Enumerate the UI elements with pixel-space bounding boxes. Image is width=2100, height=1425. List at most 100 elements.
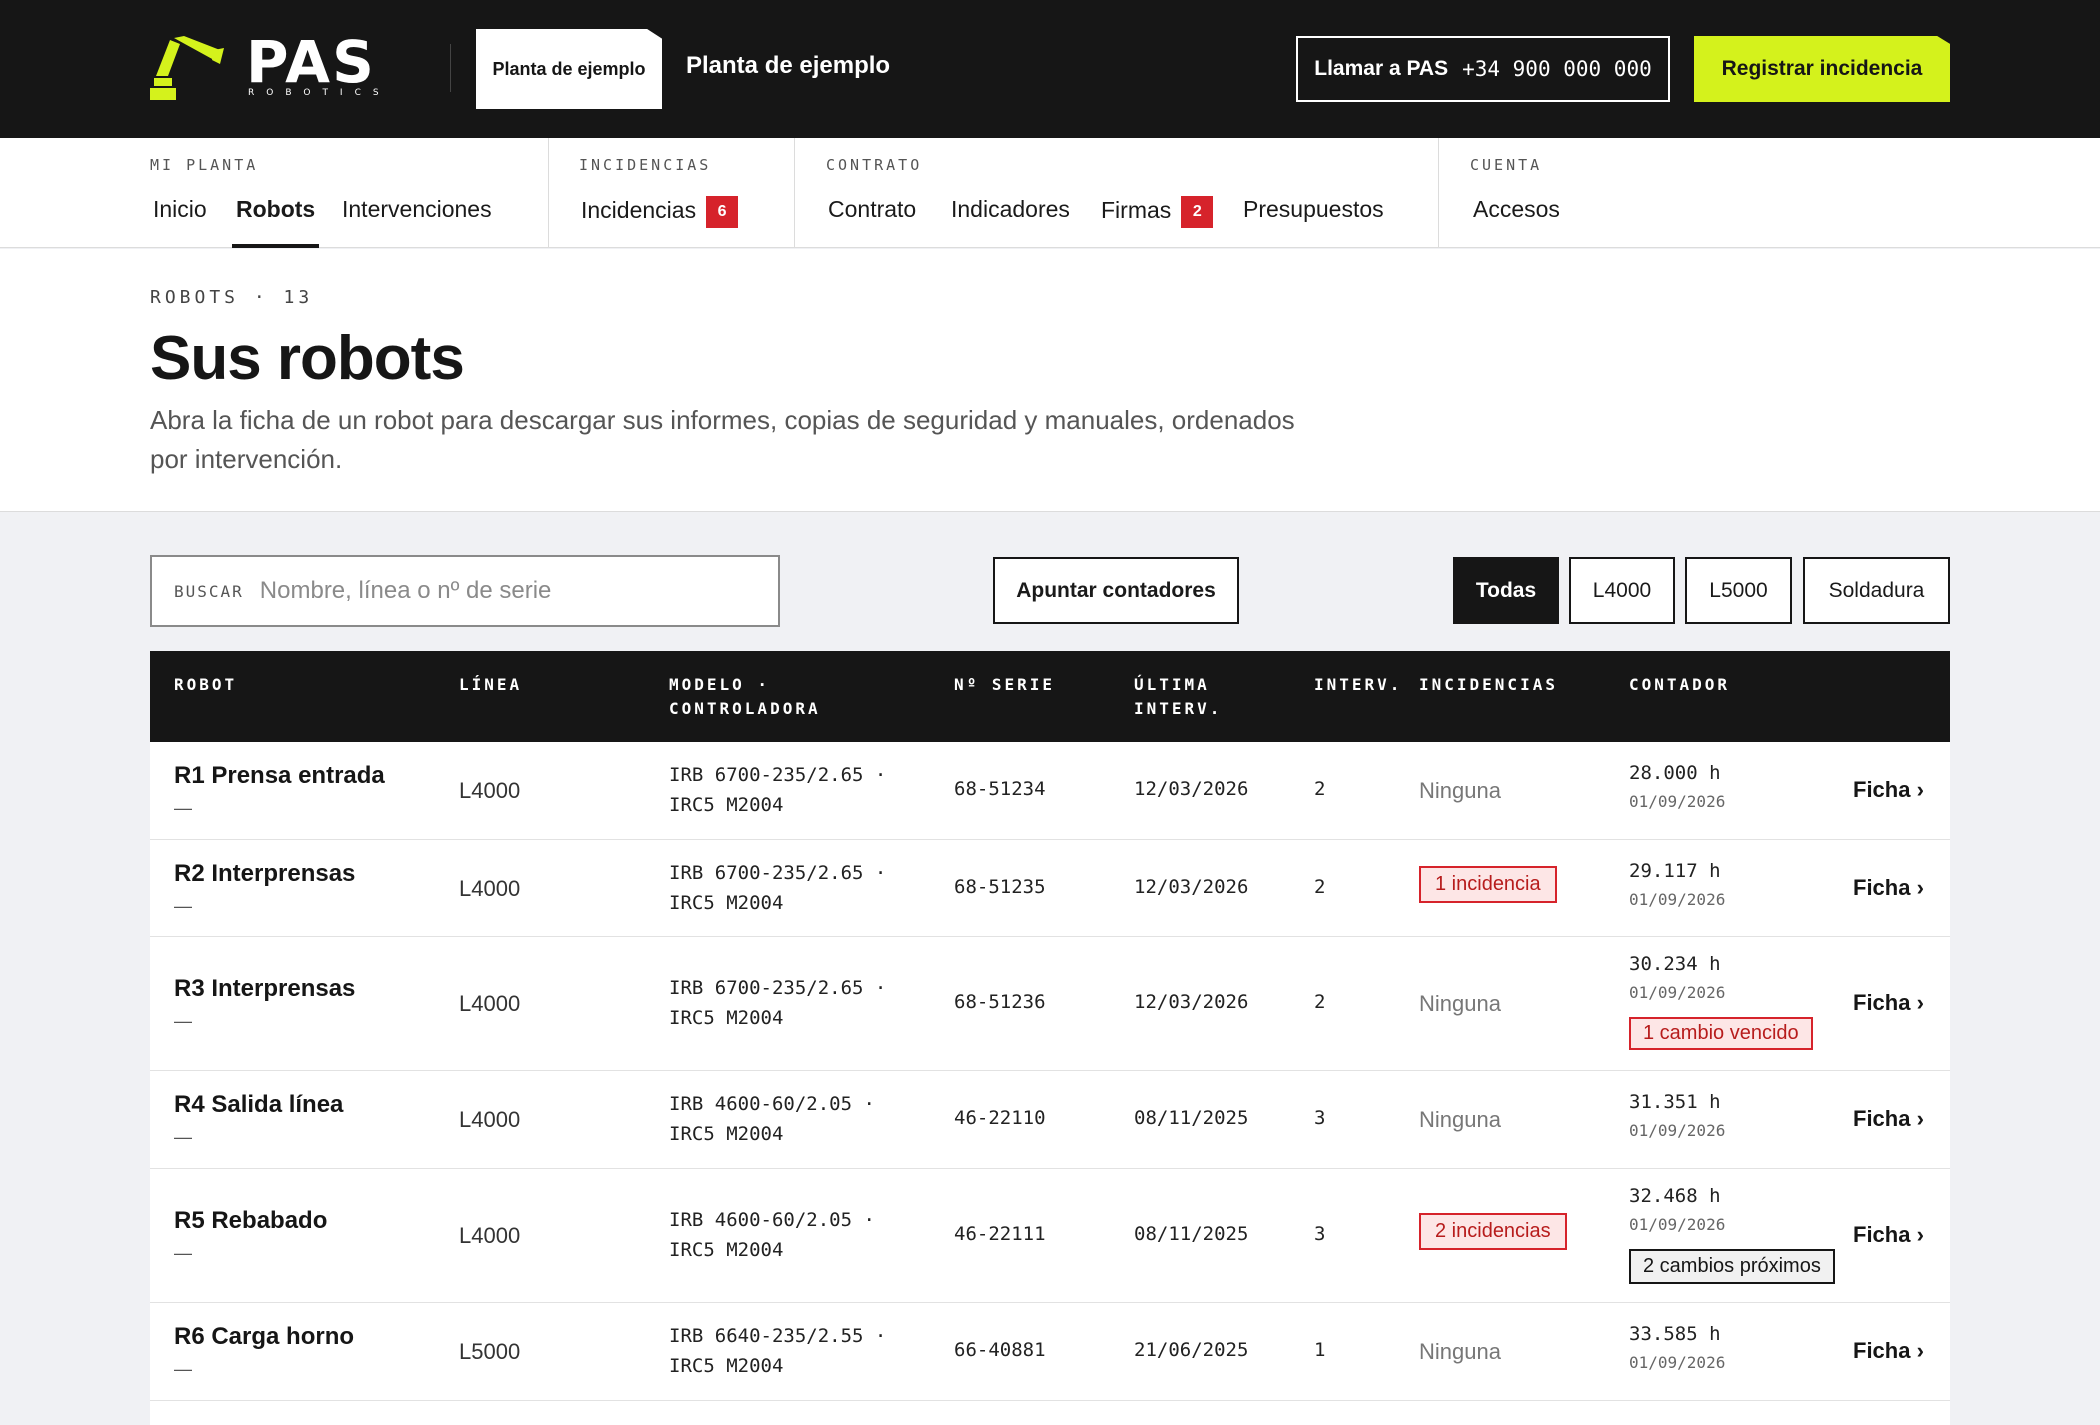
table-row[interactable]: R5 Rebabado — L4000 IRB 4600-60/2.05 · IR… bbox=[150, 1169, 1950, 1303]
counter-hours: 28.000 h bbox=[1629, 762, 1721, 784]
col-robot[interactable]: ROBOT bbox=[174, 673, 237, 697]
col-line[interactable]: LÍNEA bbox=[459, 673, 522, 697]
table-row[interactable] bbox=[150, 1401, 1950, 1425]
filter-l5000[interactable]: L5000 bbox=[1685, 557, 1792, 624]
nav-item-firmas[interactable]: Firmas 2 bbox=[1101, 196, 1214, 248]
nav-item-indicadores[interactable]: Indicadores bbox=[951, 196, 1070, 248]
robot-name[interactable]: R6 Carga horno bbox=[174, 1323, 354, 1351]
robot-detail-link[interactable]: Ficha › bbox=[1853, 1222, 1924, 1248]
col-model[interactable]: MODELO · CONTROLADORA bbox=[669, 673, 821, 721]
table-row[interactable]: R2 Interprensas — L4000 IRB 6700-235/2.6… bbox=[150, 840, 1950, 937]
controller-text: IRC5 M2004 bbox=[669, 1007, 784, 1029]
call-number: +34 900 000 000 bbox=[1462, 57, 1652, 81]
counter-hours: 29.117 h bbox=[1629, 860, 1721, 882]
robot-name[interactable]: R1 Prensa entrada bbox=[174, 762, 385, 790]
col-incidents[interactable]: INCIDENCIAS bbox=[1419, 673, 1558, 697]
nav-item-intervenciones[interactable]: Intervenciones bbox=[342, 196, 492, 248]
intervention-count: 2 bbox=[1314, 778, 1326, 800]
controller-text: IRC5 M2004 bbox=[669, 1355, 784, 1377]
nav-item-inicio[interactable]: Inicio bbox=[153, 196, 207, 248]
robot-model: IRB 6640-235/2.55 · IRC5 M2004 bbox=[669, 1321, 886, 1381]
last-intervention-date: 12/03/2026 bbox=[1134, 778, 1249, 800]
page-description: Abra la ficha de un robot para descargar… bbox=[150, 405, 1295, 474]
incidents-none: Ninguna bbox=[1419, 778, 1501, 803]
robot-name[interactable]: R3 Interprensas bbox=[174, 975, 355, 1003]
last-intervention-date: 08/11/2025 bbox=[1134, 1107, 1249, 1129]
counter-hours: 31.351 h bbox=[1629, 1091, 1721, 1113]
robot-name[interactable]: R4 Salida línea bbox=[174, 1091, 343, 1119]
last-intervention-date: 08/11/2025 bbox=[1134, 1223, 1249, 1245]
incidents-none: Ninguna bbox=[1419, 991, 1501, 1016]
robot-line: L4000 bbox=[459, 1107, 521, 1132]
counter-date: 01/09/2026 bbox=[1629, 792, 1726, 811]
intervention-count: 1 bbox=[1314, 1339, 1326, 1361]
page-title: Sus robots bbox=[150, 324, 465, 393]
robot-detail-link[interactable]: Ficha › bbox=[1853, 990, 1924, 1016]
nav-item-presupuestos[interactable]: Presupuestos bbox=[1243, 196, 1384, 248]
search-input[interactable] bbox=[259, 577, 700, 605]
intervention-count: 3 bbox=[1314, 1107, 1326, 1129]
robot-detail-link[interactable]: Ficha › bbox=[1853, 777, 1924, 803]
robot-line: L5000 bbox=[459, 1339, 521, 1364]
filter-l4000[interactable]: L4000 bbox=[1569, 557, 1675, 624]
nav-group-incidencias: INCIDENCIAS Incidencias 6 bbox=[549, 138, 795, 248]
counter-date: 01/09/2026 bbox=[1629, 1215, 1726, 1234]
col-last-line1: ÚLTIMA bbox=[1134, 675, 1210, 694]
robot-name[interactable]: R5 Rebabado bbox=[174, 1207, 327, 1235]
pas-logo[interactable]: PAS ROBOTICS bbox=[150, 28, 410, 102]
plant-title: Planta de ejemplo bbox=[686, 52, 891, 79]
model-text: IRB 4600-60/2.05 · bbox=[669, 1209, 875, 1231]
filter-soldadura[interactable]: Soldadura bbox=[1803, 557, 1950, 624]
intervention-count: 3 bbox=[1314, 1223, 1326, 1245]
counter-date: 01/09/2026 bbox=[1629, 1353, 1726, 1372]
search-box: BUSCAR bbox=[150, 555, 780, 627]
maintenance-overdue-badge[interactable]: 1 cambio vencido bbox=[1629, 1017, 1813, 1050]
nav-item-robots[interactable]: Robots bbox=[232, 196, 320, 248]
main-nav: MI PLANTA Inicio Robots Intervenciones I… bbox=[0, 138, 2100, 248]
signatures-count-badge: 2 bbox=[1181, 196, 1214, 228]
last-intervention-date: 12/03/2026 bbox=[1134, 876, 1249, 898]
col-model-line1: MODELO · bbox=[669, 675, 771, 694]
table-row[interactable]: R6 Carga horno — L5000 IRB 6640-235/2.55… bbox=[150, 1303, 1950, 1401]
incidents-badge[interactable]: 1 incidencia bbox=[1419, 866, 1557, 903]
robot-model: IRB 6700-235/2.65 · IRC5 M2004 bbox=[669, 760, 886, 820]
robot-name[interactable]: R2 Interprensas bbox=[174, 860, 355, 888]
nav-category: CONTRATO bbox=[826, 156, 923, 174]
nav-category: MI PLANTA bbox=[150, 156, 259, 174]
robot-subtitle: — bbox=[174, 1359, 192, 1379]
table-row[interactable]: R1 Prensa entrada — L4000 IRB 6700-235/2… bbox=[150, 742, 1950, 840]
plant-selector[interactable]: Planta de ejemplo bbox=[476, 29, 662, 109]
counter-date: 01/09/2026 bbox=[1629, 983, 1726, 1002]
record-counters-button[interactable]: Apuntar contadores bbox=[993, 557, 1239, 624]
col-model-line2: CONTROLADORA bbox=[669, 699, 821, 718]
search-label: BUSCAR bbox=[174, 581, 244, 601]
counter-hours: 32.468 h bbox=[1629, 1185, 1721, 1207]
table-row[interactable]: R3 Interprensas — L4000 IRB 6700-235/2.6… bbox=[150, 937, 1950, 1071]
nav-item-label: Incidencias bbox=[581, 197, 697, 223]
robot-subtitle: — bbox=[174, 896, 192, 916]
robot-detail-link[interactable]: Ficha › bbox=[1853, 1338, 1924, 1364]
nav-item-accesos[interactable]: Accesos bbox=[1473, 196, 1560, 248]
call-pas-button[interactable]: Llamar a PAS +34 900 000 000 bbox=[1296, 36, 1670, 102]
intervention-count: 2 bbox=[1314, 991, 1326, 1013]
register-incident-button[interactable]: Registrar incidencia bbox=[1694, 36, 1950, 102]
nav-item-contrato[interactable]: Contrato bbox=[828, 196, 916, 248]
nav-group-cuenta: CUENTA Accesos bbox=[1439, 138, 1739, 248]
maintenance-upcoming-badge[interactable]: 2 cambios próximos bbox=[1629, 1249, 1835, 1284]
call-label: Llamar a PAS bbox=[1314, 57, 1449, 80]
robot-line: L4000 bbox=[459, 876, 521, 901]
filter-todas[interactable]: Todas bbox=[1453, 557, 1559, 624]
incidents-badge[interactable]: 2 incidencias bbox=[1419, 1213, 1567, 1250]
col-serial[interactable]: Nº SERIE bbox=[954, 673, 1055, 697]
robot-model: IRB 6700-235/2.65 · IRC5 M2004 bbox=[669, 858, 886, 918]
col-interventions[interactable]: INTERV. bbox=[1314, 673, 1402, 697]
robot-detail-link[interactable]: Ficha › bbox=[1853, 875, 1924, 901]
robot-detail-link[interactable]: Ficha › bbox=[1853, 1106, 1924, 1132]
nav-item-incidencias[interactable]: Incidencias 6 bbox=[581, 196, 739, 248]
table-row[interactable]: R4 Salida línea — L4000 IRB 4600-60/2.05… bbox=[150, 1071, 1950, 1169]
last-intervention-date: 12/03/2026 bbox=[1134, 991, 1249, 1013]
model-text: IRB 6640-235/2.55 · bbox=[669, 1325, 887, 1347]
col-last-intervention[interactable]: ÚLTIMA INTERV. bbox=[1134, 673, 1222, 721]
col-counter[interactable]: CONTADOR bbox=[1629, 673, 1730, 697]
robot-serial: 46-22110 bbox=[954, 1107, 1046, 1129]
